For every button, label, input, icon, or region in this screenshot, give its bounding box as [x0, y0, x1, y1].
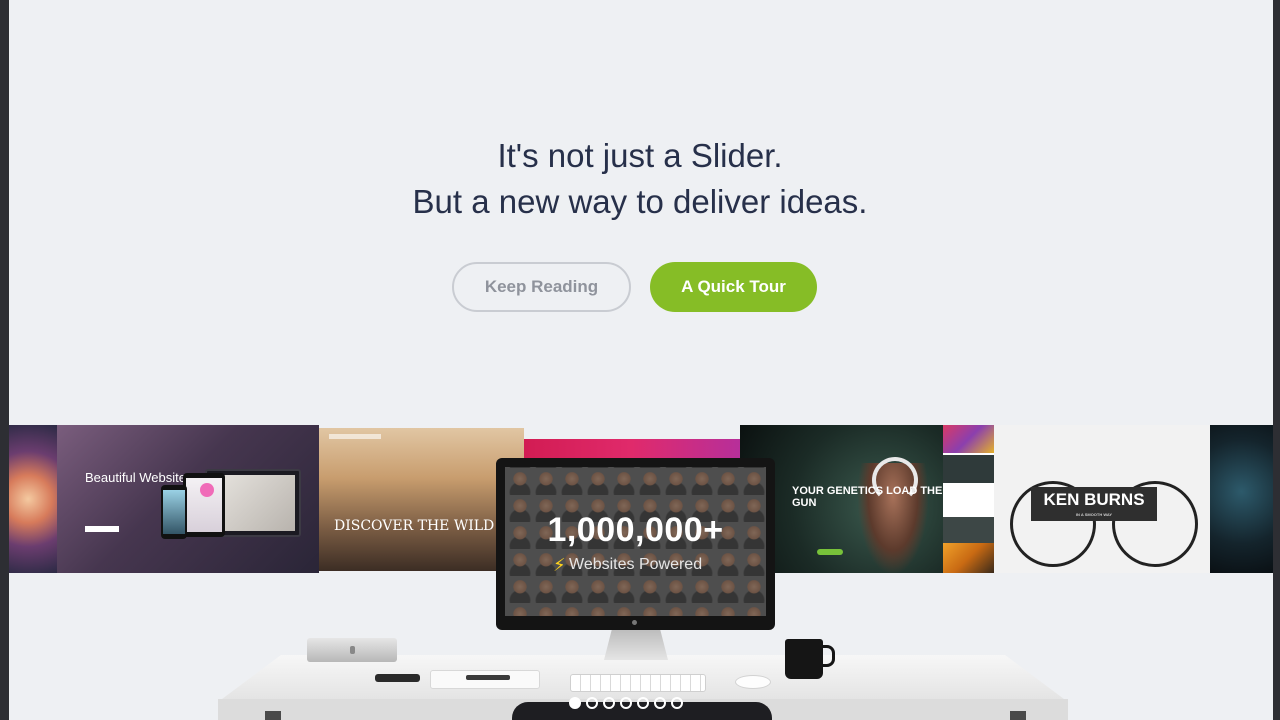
desk-leg-right: [1010, 711, 1026, 720]
showcase-ken-burns-panel: KEN BURNS IN A SMOOTH WAY: [994, 425, 1210, 573]
monitor: 1,000,000+ ⚡ Websites Powered: [496, 458, 775, 630]
genetics-green-button: [817, 549, 843, 555]
mouse: [735, 675, 771, 689]
showcase-photographer-panel: [1210, 425, 1273, 573]
coffee-mug-handle: [820, 645, 835, 667]
keep-reading-button[interactable]: Keep Reading: [452, 262, 631, 312]
pen: [466, 675, 510, 680]
beautiful-websites-title: Beautiful Websites.: [85, 470, 197, 485]
quick-tour-button[interactable]: A Quick Tour: [650, 262, 817, 312]
hero-headline: It's not just a Slider. But a new way to…: [0, 133, 1280, 225]
websites-caption: Websites Powered: [569, 556, 703, 573]
slider-dot[interactable]: [671, 697, 683, 709]
apple-logo-icon: [632, 620, 637, 625]
slider-pagination: [569, 697, 683, 709]
genetics-title: YOUR GENETICS LOAD THE GUN: [792, 485, 943, 509]
showcase-sunglasses-panel: [9, 425, 57, 573]
slider-dot[interactable]: [586, 697, 598, 709]
coffee-mug: [785, 639, 823, 679]
beautiful-cta-bar: [85, 526, 119, 532]
slider-dot[interactable]: [620, 697, 632, 709]
lightning-icon: ⚡: [553, 555, 566, 575]
showcase-discover-wild-panel: DISCOVER THE WILD: [319, 428, 524, 571]
left-frame-border: [0, 0, 9, 720]
slider-dot[interactable]: [637, 697, 649, 709]
mac-mini: [307, 638, 397, 662]
monitor-stand: [604, 630, 668, 660]
ken-burns-label: KEN BURNS IN A SMOOTH WAY: [1031, 487, 1157, 521]
ken-burns-subtitle: IN A SMOOTH WAY: [1075, 512, 1113, 517]
slider-dot[interactable]: [654, 697, 666, 709]
desk-leg-left: [265, 711, 281, 720]
keyboard: [570, 674, 706, 692]
wild-nav-bar: [329, 434, 381, 439]
hero-line-2: But a new way to deliver ideas.: [412, 183, 868, 220]
slider-dot[interactable]: [569, 697, 581, 709]
showcase-beautiful-websites-panel: Beautiful Websites.: [57, 425, 319, 573]
pink-ball-graphic: [200, 483, 214, 497]
ken-burns-title: KEN BURNS: [1043, 490, 1145, 509]
phone-device: [161, 485, 187, 539]
smartphone: [375, 674, 420, 682]
discover-wild-title: DISCOVER THE WILD: [334, 518, 495, 534]
websites-count: 1,000,000+: [547, 511, 724, 549]
hero-line-1: It's not just a Slider.: [497, 137, 783, 174]
right-frame-border: [1273, 0, 1280, 720]
showcase-menu-panel: [943, 425, 994, 573]
slider-dot[interactable]: [603, 697, 615, 709]
